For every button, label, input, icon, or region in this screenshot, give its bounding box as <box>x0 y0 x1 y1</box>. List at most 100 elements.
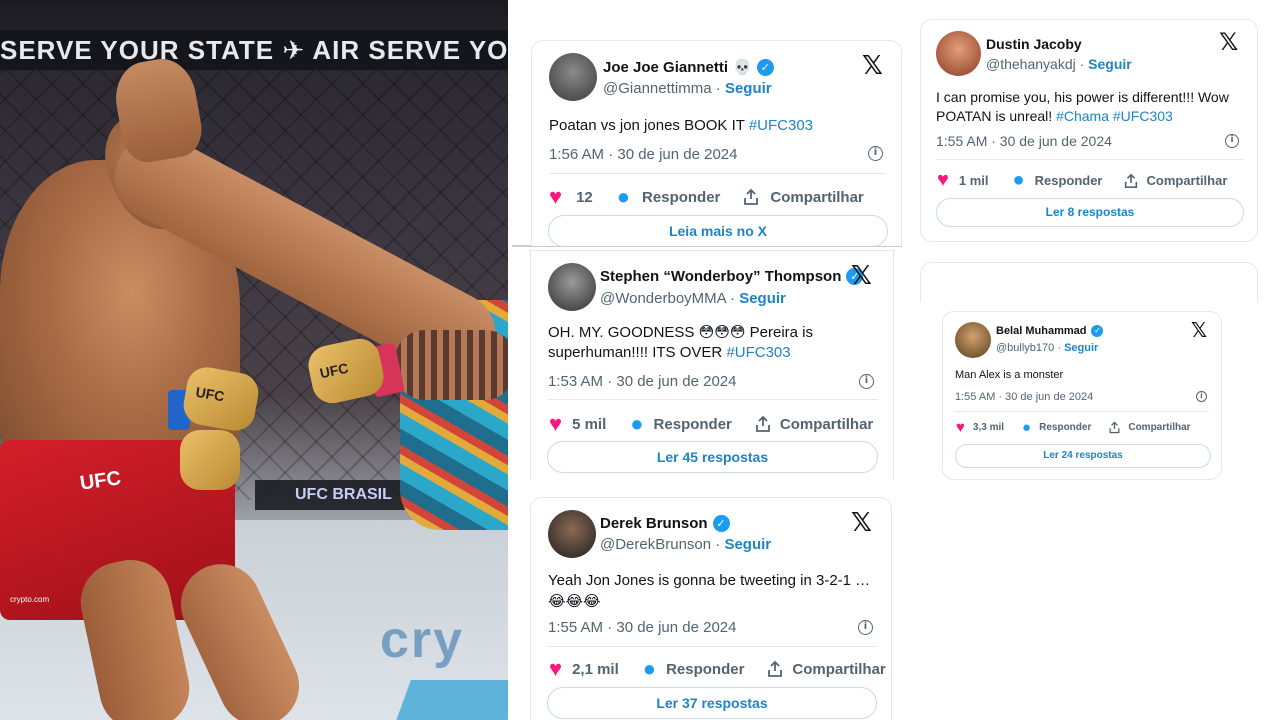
share-label: Compartilhar <box>1146 173 1228 188</box>
share-button[interactable]: Compartilhar <box>766 660 886 678</box>
author-handle[interactable]: @DerekBrunson <box>600 536 711 553</box>
author-name[interactable]: Derek Brunson ✓ <box>600 515 730 532</box>
heart-icon: ♥ <box>549 184 563 209</box>
verified-badge-icon: ✓ <box>1091 325 1104 337</box>
x-logo-icon[interactable]: 𝕏 <box>1191 318 1207 342</box>
handle-row: @bullyb170 · Seguir <box>996 342 1098 354</box>
share-button[interactable]: Compartilhar <box>1123 173 1228 189</box>
share-icon <box>768 660 783 677</box>
reply-bubble-icon: ● <box>1012 169 1025 191</box>
like-button[interactable]: ♥ 2,1 mil <box>549 656 619 682</box>
reply-button[interactable]: ● Responder <box>1022 419 1091 436</box>
tweet-timestamp[interactable]: 1:53 AM · 30 de jun de 2024 <box>548 373 736 390</box>
share-button[interactable]: Compartilhar <box>742 188 864 206</box>
follow-button[interactable]: Seguir <box>739 290 786 307</box>
share-button[interactable]: Compartilhar <box>1108 421 1191 434</box>
hashtag-link[interactable]: #UFC303 <box>1113 108 1173 124</box>
like-button[interactable]: ♥ 1 mil <box>937 169 989 192</box>
dot-separator: · <box>730 290 736 307</box>
tweet-timestamp[interactable]: 1:55 AM · 30 de jun de 2024 <box>936 133 1112 149</box>
x-logo-icon[interactable]: 𝕏 <box>1219 28 1238 56</box>
author-name-text: Joe Joe Giannetti <box>603 58 729 76</box>
share-icon <box>744 188 759 205</box>
avatar[interactable] <box>548 263 596 311</box>
avatar[interactable] <box>955 322 991 358</box>
reply-bubble-icon: ● <box>616 184 631 209</box>
heart-icon: ♥ <box>956 419 965 436</box>
tweet-card-giannetti: Joe Joe Giannetti 💀 ✓ @Giannettimma · Se… <box>531 40 902 246</box>
action-bar: ♥ 2,1 mil ● Responder Compartilhar <box>549 656 886 682</box>
tweet-card-jacoby: Dustin Jacoby @thehanyakdj · Seguir 𝕏 I … <box>920 19 1258 242</box>
reply-label: Responder <box>642 188 721 206</box>
info-icon[interactable]: i <box>868 146 883 161</box>
follow-button[interactable]: Seguir <box>1088 56 1132 72</box>
reply-button[interactable]: ● Responder <box>630 411 732 437</box>
info-icon[interactable]: i <box>859 374 874 389</box>
tweet-card-thompson: Stephen “Wonderboy” Thompson ✓ @Wonderbo… <box>530 250 894 480</box>
info-icon[interactable]: i <box>1196 391 1207 402</box>
x-logo-icon[interactable]: 𝕏 <box>851 261 872 291</box>
skull-emoji: 💀 <box>733 58 752 76</box>
reply-button[interactable]: ● Responder <box>617 184 721 210</box>
info-icon[interactable]: i <box>1225 134 1239 148</box>
heart-icon: ♥ <box>549 411 563 436</box>
handle-row: @WonderboyMMA · Seguir <box>600 290 786 307</box>
avatar[interactable] <box>548 510 596 558</box>
author-name[interactable]: Stephen “Wonderboy” Thompson ✓ <box>600 268 864 285</box>
avatar[interactable] <box>549 53 597 101</box>
like-count: 2,1 mil <box>572 660 619 678</box>
tattooed-forearm <box>395 330 508 400</box>
author-name[interactable]: Belal Muhammad ✓ <box>996 325 1104 337</box>
follow-button[interactable]: Seguir <box>725 80 772 97</box>
author-name[interactable]: Joe Joe Giannetti 💀 ✓ <box>603 58 774 76</box>
handle-row: @Giannettimma · Seguir <box>603 80 772 97</box>
share-icon <box>1109 421 1120 434</box>
read-replies-button[interactable]: Ler 45 respostas <box>547 441 878 473</box>
follow-button[interactable]: Seguir <box>1064 342 1098 354</box>
author-name-text: Derek Brunson <box>600 515 708 532</box>
avatar[interactable] <box>936 31 981 76</box>
author-handle[interactable]: @Giannettimma <box>603 80 712 97</box>
tweet-text: Poatan vs jon jones BOOK IT #UFC303 <box>549 117 889 134</box>
action-bar: ♥ 1 mil ● Responder Compartilhar <box>937 169 1227 192</box>
like-button[interactable]: ♥ 12 <box>549 184 593 210</box>
like-count: 3,3 mil <box>972 422 1005 433</box>
author-handle[interactable]: @WonderboyMMA <box>600 290 726 307</box>
like-button[interactable]: ♥ 3,3 mil <box>956 419 1004 436</box>
reply-button[interactable]: ● Responder <box>1013 169 1103 192</box>
author-name-text: Dustin Jacoby <box>986 36 1082 52</box>
tweet-text: OH. MY. GOODNESS 😳😳😳 Pereira is superhum… <box>548 323 848 363</box>
dot-separator: · <box>1079 56 1085 72</box>
read-replies-button[interactable]: Ler 37 respostas <box>547 687 877 719</box>
hashtag-link[interactable]: #Chama <box>1056 108 1109 124</box>
tweet-text: Yeah Jon Jones is gonna be tweeting in 3… <box>548 570 878 612</box>
tweet-timestamp[interactable]: 1:55 AM · 30 de jun de 2024 <box>548 619 736 636</box>
read-more-button[interactable]: Leia mais no X <box>548 215 888 246</box>
share-icon <box>756 415 770 432</box>
read-replies-button[interactable]: Ler 24 respostas <box>955 444 1211 468</box>
author-handle[interactable]: @bullyb170 <box>996 342 1054 354</box>
author-handle[interactable]: @thehanyakdj <box>986 56 1076 72</box>
read-replies-button[interactable]: Ler 8 respostas <box>936 198 1244 227</box>
hashtag-link[interactable]: #UFC303 <box>749 117 813 134</box>
divider <box>548 646 876 647</box>
author-name[interactable]: Dustin Jacoby <box>986 36 1082 52</box>
share-button[interactable]: Compartilhar <box>754 415 873 433</box>
author-name-text: Belal Muhammad <box>996 325 1087 337</box>
author-name-text: Stephen “Wonderboy” Thompson <box>600 268 842 285</box>
share-label: Compartilhar <box>1128 422 1191 433</box>
mat-sponsor-text: cry <box>380 611 465 669</box>
hashtag-link[interactable]: #UFC303 <box>726 344 790 361</box>
tweet-timestamp[interactable]: 1:56 AM · 30 de jun de 2024 <box>549 146 737 163</box>
info-icon[interactable]: i <box>858 620 873 635</box>
like-button[interactable]: ♥ 5 mil <box>549 411 606 437</box>
follow-button[interactable]: Seguir <box>724 536 771 553</box>
handle-row: @DerekBrunson · Seguir <box>600 536 771 553</box>
glove-lower <box>180 430 240 490</box>
divider <box>936 159 1243 160</box>
heart-icon: ♥ <box>937 169 949 191</box>
x-logo-icon[interactable]: 𝕏 <box>862 51 883 81</box>
tweet-timestamp[interactable]: 1:55 AM · 30 de jun de 2024 <box>955 391 1093 403</box>
x-logo-icon[interactable]: 𝕏 <box>851 508 872 538</box>
reply-button[interactable]: ● Responder <box>643 656 745 682</box>
